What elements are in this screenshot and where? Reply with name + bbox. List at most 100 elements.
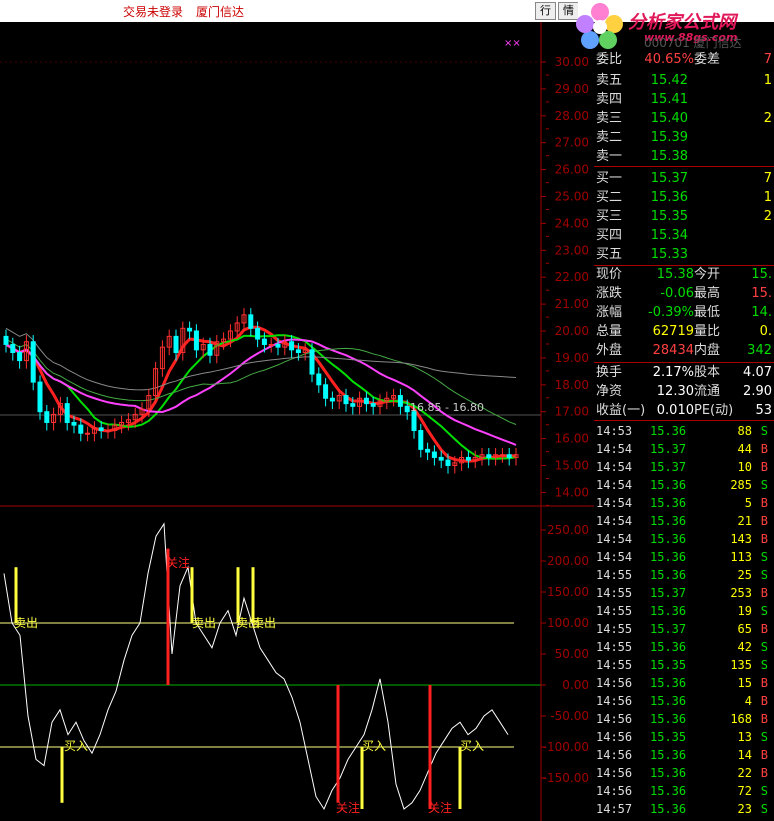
tick-price: 15.36	[650, 478, 687, 492]
stat-label: 最低	[694, 305, 721, 320]
trade-tick-row[interactable]: 14:57 15.36 23 S	[594, 800, 774, 818]
corner-marks: ××	[504, 38, 521, 49]
bid-row[interactable]: 买一 15.37 7	[594, 170, 774, 188]
signal-label: 买入	[362, 739, 386, 753]
tick-price: 15.35	[650, 730, 687, 744]
trade-tick-row[interactable]: 14:56 15.35 13 S	[594, 728, 774, 746]
trade-tick-row[interactable]: 14:55 15.37 65 B	[594, 620, 774, 638]
candle-body	[425, 448, 431, 453]
trade-tick-row[interactable]: 14:54 15.36 5 B	[594, 494, 774, 512]
tick-volume: 143	[730, 532, 752, 546]
order-ratio-value: 40.65%	[644, 52, 694, 67]
tick-side: B	[760, 496, 768, 510]
candle-body	[255, 327, 261, 340]
bid-row[interactable]: 买五 15.33	[594, 246, 774, 264]
tick-side: S	[760, 424, 768, 438]
trade-tick-row[interactable]: 14:56 15.36 14 B	[594, 746, 774, 764]
tick-side: S	[760, 550, 768, 564]
trade-tick-row[interactable]: 14:54 15.37 10 B	[594, 458, 774, 476]
level-price: 15.41	[650, 92, 688, 107]
candle-body	[411, 411, 417, 432]
tick-volume: 253	[730, 586, 752, 600]
price-tick-label: 14.00	[555, 485, 589, 499]
tick-time: 14:54	[596, 460, 633, 474]
stat-value: -0.39%	[648, 305, 694, 320]
trade-tick-row[interactable]: 14:56 15.36 22 B	[594, 764, 774, 782]
ask-row[interactable]: 卖一 15.38	[594, 148, 774, 166]
indicator-tick-label: 250.00	[547, 523, 589, 537]
trade-tick-row[interactable]: 14:55 15.35 135 S	[594, 656, 774, 674]
candle-body	[44, 411, 50, 423]
trade-tick-row[interactable]: 14:53 15.36 88 S	[594, 422, 774, 440]
bid-row[interactable]: 买三 15.35 2	[594, 208, 774, 226]
candle-body	[289, 341, 295, 351]
ask-row[interactable]: 卖三 15.40 2	[594, 110, 774, 128]
stat-row: 现价 15.38 今开 15.	[594, 266, 774, 284]
trade-status[interactable]: 交易未登录	[123, 3, 183, 20]
trade-tick-row[interactable]: 14:54 15.36 21 B	[594, 512, 774, 530]
quote-tab-button[interactable]: 行	[535, 2, 556, 20]
trade-tick-row[interactable]: 14:55 15.37 253 B	[594, 584, 774, 602]
stat-label: 量比	[694, 324, 721, 339]
trade-tick-row[interactable]: 14:54 15.36 113 S	[594, 548, 774, 566]
tick-price: 15.36	[650, 424, 687, 438]
price-tick-label: 22.00	[555, 270, 589, 284]
fundamental-value: 12.30	[656, 384, 694, 399]
tick-price: 15.37	[650, 460, 687, 474]
level-label: 卖五	[596, 73, 623, 88]
stat-row: 涨幅 -0.39% 最低 14.	[594, 304, 774, 322]
tick-side: B	[760, 514, 768, 528]
tick-side: B	[760, 676, 768, 690]
candle-body	[343, 395, 349, 405]
tick-time: 14:54	[596, 478, 633, 492]
bid-row[interactable]: 买四 15.34	[594, 227, 774, 245]
tick-side: B	[760, 460, 768, 474]
tick-time: 14:57	[596, 802, 633, 816]
trade-tick-row[interactable]: 14:55 15.36 25 S	[594, 566, 774, 584]
bid-row[interactable]: 买二 15.36 1	[594, 189, 774, 207]
signal-label: 卖出	[252, 616, 276, 630]
trade-tick-row[interactable]: 14:54 15.36 143 B	[594, 530, 774, 548]
tick-price: 15.36	[650, 748, 687, 762]
fundamental-label: 股本	[694, 365, 721, 380]
price-tick-label: 19.00	[555, 351, 589, 365]
signal-label: 买入	[460, 739, 484, 753]
level-volume: 7	[763, 171, 772, 186]
kline-chart[interactable]: 30.00 29.00 28.00 27.00 26.00 25.00 24.00 23.00…	[0, 22, 594, 821]
ask-row[interactable]: 卖五 15.42 1	[594, 72, 774, 90]
price-tick-label: 20.00	[555, 324, 589, 338]
candle-body	[316, 373, 322, 386]
ask-row[interactable]: 卖四 15.41	[594, 91, 774, 109]
level-label: 买二	[596, 190, 623, 205]
trade-tick-row[interactable]: 14:55 15.36 19 S	[594, 602, 774, 620]
tick-volume: 88	[737, 424, 752, 438]
price-tick-label: 18.00	[555, 378, 589, 392]
candle-body	[438, 456, 444, 461]
level-label: 买五	[596, 247, 623, 262]
separator	[594, 362, 774, 363]
trade-tick-row[interactable]: 14:56 15.36 168 B	[594, 710, 774, 728]
ask-row[interactable]: 卖二 15.39	[594, 129, 774, 147]
indicator-tick-label: 0.00	[562, 678, 589, 692]
trade-tick-row[interactable]: 14:54 15.37 44 B	[594, 440, 774, 458]
candle-body	[465, 456, 471, 461]
tick-volume: 44	[737, 442, 752, 456]
tick-price: 15.36	[650, 694, 687, 708]
fundamental-row: 净资 12.30 流通 2.90	[594, 383, 774, 401]
trade-tick-row[interactable]: 14:56 15.36 72 S	[594, 782, 774, 800]
tick-price: 15.36	[650, 568, 687, 582]
trade-tick-row[interactable]: 14:56 15.36 15 B	[594, 674, 774, 692]
fundamental-value: 2.90	[743, 384, 772, 399]
price-tick-label: 28.00	[555, 109, 589, 123]
stat-label: 最高	[694, 286, 721, 301]
tick-volume: 13	[737, 730, 752, 744]
tick-time: 14:56	[596, 766, 633, 780]
trade-tick-row[interactable]: 14:54 15.36 285 S	[594, 476, 774, 494]
trade-tick-row[interactable]: 14:56 15.36 4 B	[594, 692, 774, 710]
tick-time: 14:56	[596, 676, 633, 690]
trade-tick-row[interactable]: 14:55 15.36 42 S	[594, 638, 774, 656]
candle-body	[431, 451, 437, 458]
order-ratio-label: 委比	[596, 52, 623, 67]
candle-body	[64, 403, 70, 423]
tick-side: B	[760, 622, 768, 636]
